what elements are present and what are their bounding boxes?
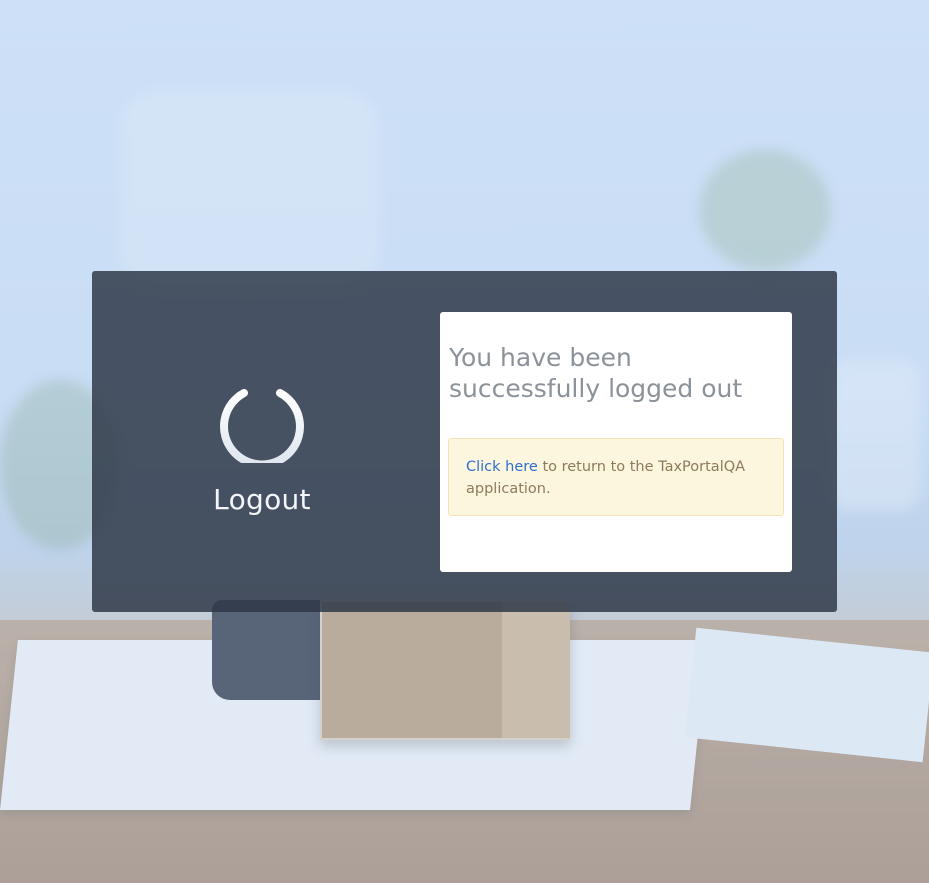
page-title: You have been successfully logged out [449,343,743,403]
logout-label: Logout [213,483,311,516]
return-link[interactable]: Click here [466,459,538,475]
logout-branding: Logout [92,271,432,612]
logout-message-card: You have been successfully logged out Cl… [440,312,792,572]
power-icon [220,369,304,463]
logout-panel: Logout You have been successfully logged… [92,271,837,612]
return-alert: Click here to return to the TaxPortalQA … [448,438,784,516]
